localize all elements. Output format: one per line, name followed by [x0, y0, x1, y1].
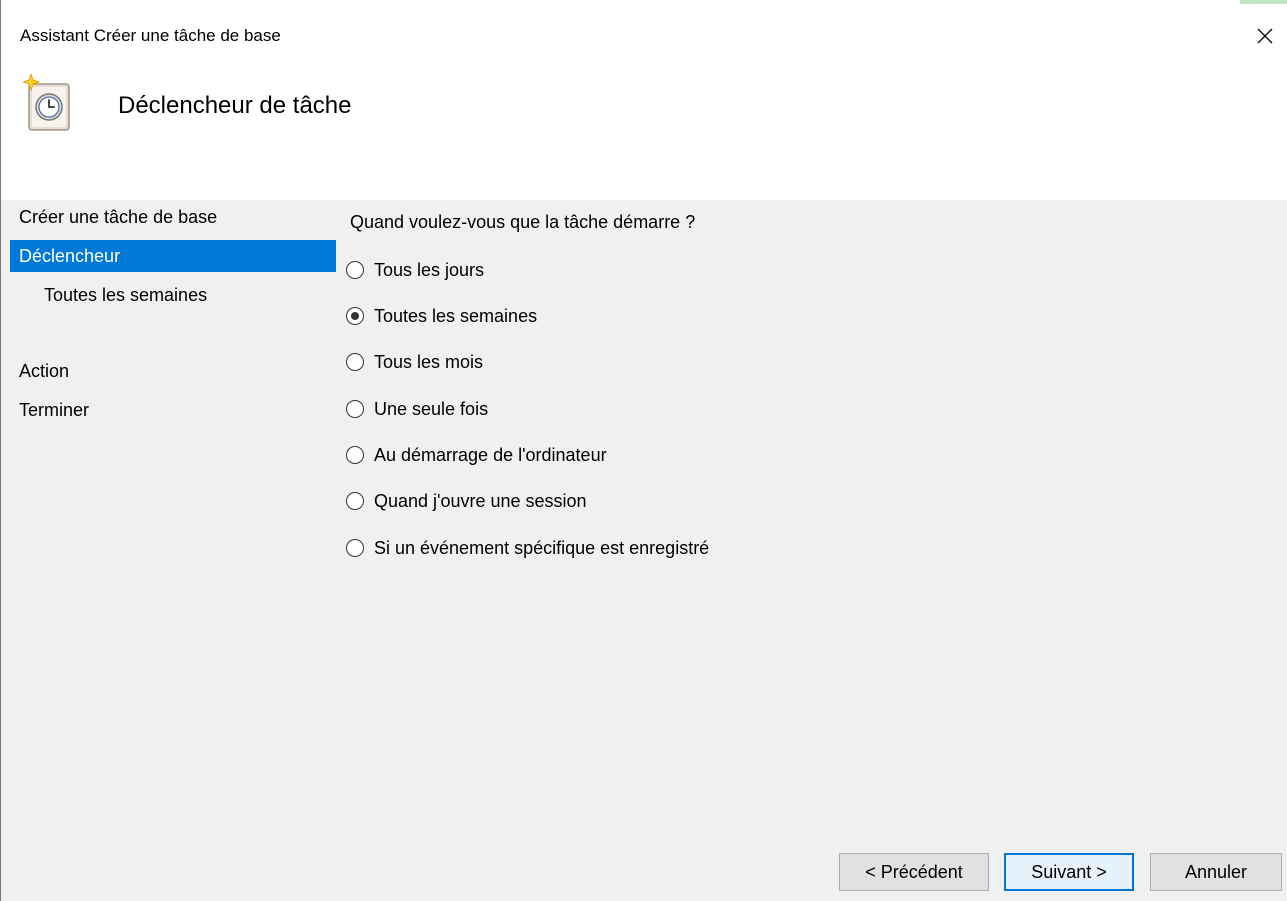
- radio-on-event[interactable]: Si un événement spécifique est enregistr…: [346, 533, 709, 563]
- radio-selected-icon: [346, 307, 364, 325]
- radio-one-time[interactable]: Une seule fois: [346, 394, 488, 424]
- radio-circle-icon: [346, 261, 364, 279]
- radio-label: Toutes les semaines: [374, 305, 538, 326]
- close-icon: [1257, 28, 1273, 44]
- radio-circle-icon: [346, 446, 364, 464]
- radio-label: Si un événement spécifique est enregistr…: [374, 537, 710, 558]
- radio-label: Au démarrage de l'ordinateur: [374, 444, 607, 465]
- scheduled-task-clock-icon: [23, 74, 70, 131]
- radio-label: Quand j'ouvre une session: [374, 490, 587, 511]
- radio-label: Tous les mois: [374, 351, 484, 372]
- window-title: Assistant Créer une tâche de base: [20, 26, 281, 45]
- radio-circle-icon: [346, 539, 364, 557]
- radio-label: Tous les jours: [374, 259, 485, 280]
- back-button[interactable]: < Précédent: [839, 853, 989, 891]
- next-button[interactable]: Suivant >: [1004, 853, 1134, 891]
- trigger-question: Quand voulez-vous que la tâche démarre ?: [350, 212, 696, 232]
- radio-at-startup[interactable]: Au démarrage de l'ordinateur: [346, 440, 607, 470]
- nav-step-action: Action: [19, 361, 70, 381]
- nav-step-create-basic-task: Créer une tâche de base: [19, 207, 218, 227]
- radio-circle-icon: [346, 492, 364, 510]
- radio-circle-icon: [346, 400, 364, 418]
- trigger-panel: Quand voulez-vous que la tâche démarre ?…: [336, 200, 1287, 901]
- cancel-button[interactable]: Annuler: [1150, 853, 1282, 891]
- close-button[interactable]: [1242, 14, 1287, 58]
- radio-label: Une seule fois: [374, 398, 489, 419]
- radio-monthly[interactable]: Tous les mois: [346, 347, 483, 377]
- nav-step-weekly: Toutes les semaines: [44, 285, 208, 305]
- wizard-steps-nav: Créer une tâche de base Déclencheur Tout…: [10, 200, 336, 901]
- nav-step-finish: Terminer: [19, 400, 90, 420]
- corner-accent: [1240, 0, 1287, 4]
- radio-weekly[interactable]: Toutes les semaines: [346, 301, 537, 331]
- page-title: Déclencheur de tâche: [118, 92, 352, 119]
- radio-at-logon[interactable]: Quand j'ouvre une session: [346, 486, 587, 516]
- wizard-window: Assistant Créer une tâche de base Déclen…: [0, 0, 1287, 901]
- wizard-header: Assistant Créer une tâche de base Déclen…: [1, 0, 1287, 200]
- radio-circle-icon: [346, 353, 364, 371]
- radio-daily[interactable]: Tous les jours: [346, 255, 484, 285]
- nav-step-trigger: Déclencheur: [10, 240, 336, 272]
